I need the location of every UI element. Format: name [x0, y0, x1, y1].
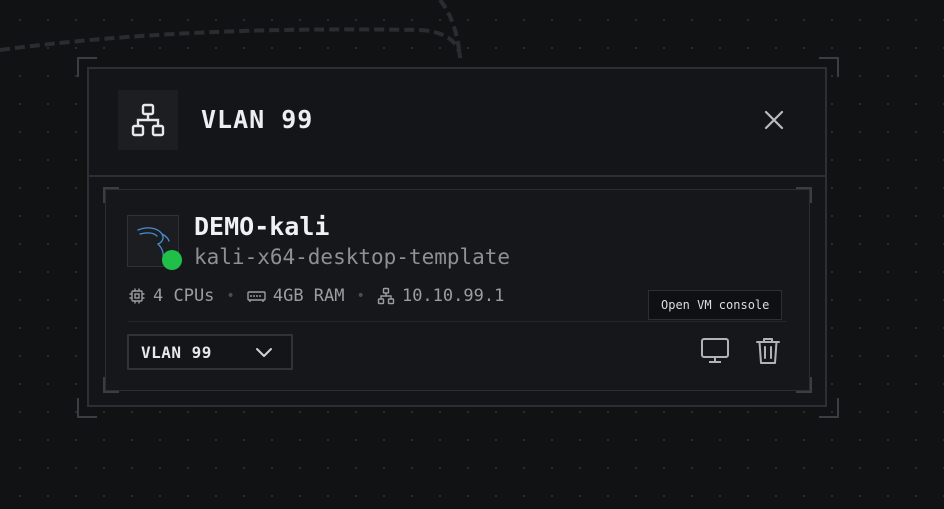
- trash-icon: [756, 338, 780, 364]
- panel-title: VLAN 99: [201, 105, 314, 134]
- open-console-button[interactable]: [698, 334, 732, 368]
- vlan-panel: VLAN 99 DEMO-kali kali-x64-desktop-templ…: [87, 67, 827, 407]
- close-button[interactable]: [761, 107, 787, 133]
- delete-vm-button[interactable]: [751, 334, 785, 368]
- console-tooltip: Open VM console: [648, 290, 783, 320]
- ram-label: 4GB RAM: [272, 286, 345, 306]
- vlan-select-value: VLAN 99: [141, 342, 212, 362]
- vm-template: kali-x64-desktop-template: [194, 245, 511, 269]
- network-icon: [377, 287, 395, 305]
- network-icon: [118, 90, 178, 150]
- card-divider: [128, 321, 787, 322]
- vm-card[interactable]: DEMO-kali kali-x64-desktop-template 4 CP…: [105, 189, 810, 391]
- vm-specs: 4 CPUs • 4GB RAM • 10.10.99.1: [128, 286, 504, 306]
- close-icon: [764, 110, 784, 130]
- vlan-select[interactable]: VLAN 99: [127, 334, 293, 370]
- panel-header: VLAN 99: [89, 69, 825, 177]
- spec-separator: •: [356, 288, 365, 304]
- vm-name: DEMO-kali: [194, 212, 330, 241]
- cpu-icon: [129, 288, 145, 304]
- monitor-icon: [701, 338, 729, 363]
- chevron-down-icon: [256, 348, 272, 357]
- cpu-label: 4 CPUs: [153, 286, 215, 306]
- memory-icon: [247, 291, 266, 302]
- ram-spec: 4GB RAM: [247, 286, 345, 306]
- ip-spec: 10.10.99.1: [377, 286, 504, 306]
- cpu-spec: 4 CPUs: [128, 286, 214, 306]
- status-indicator: [162, 250, 182, 270]
- spec-separator: •: [226, 288, 235, 304]
- ip-label: 10.10.99.1: [401, 286, 505, 306]
